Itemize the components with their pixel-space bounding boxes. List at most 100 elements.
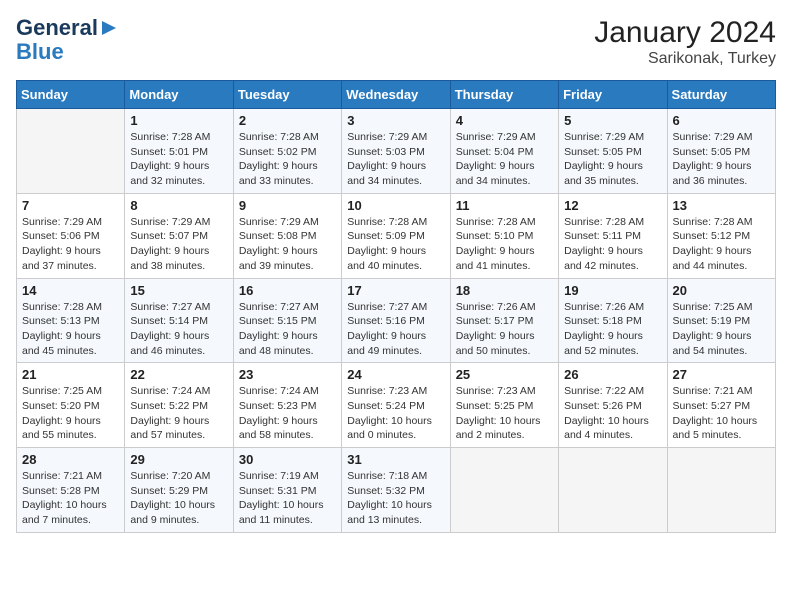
- day-number: 5: [564, 113, 661, 128]
- day-number: 25: [456, 367, 553, 382]
- calendar-table: SundayMondayTuesdayWednesdayThursdayFrid…: [16, 80, 776, 533]
- week-row: 21 Sunrise: 7:25 AM Sunset: 5:20 PM Dayli…: [17, 363, 776, 448]
- day-info: Sunrise: 7:27 AM Sunset: 5:14 PM Dayligh…: [130, 300, 227, 359]
- day-info: Sunrise: 7:18 AM Sunset: 5:32 PM Dayligh…: [347, 469, 444, 528]
- day-number: 14: [22, 283, 119, 298]
- day-info: Sunrise: 7:28 AM Sunset: 5:10 PM Dayligh…: [456, 215, 553, 274]
- day-header-tuesday: Tuesday: [233, 81, 341, 109]
- day-number: 20: [673, 283, 770, 298]
- day-number: 27: [673, 367, 770, 382]
- day-number: 3: [347, 113, 444, 128]
- day-header-wednesday: Wednesday: [342, 81, 450, 109]
- day-info: Sunrise: 7:24 AM Sunset: 5:23 PM Dayligh…: [239, 384, 336, 443]
- day-number: 6: [673, 113, 770, 128]
- day-number: 10: [347, 198, 444, 213]
- calendar-cell: 2 Sunrise: 7:28 AM Sunset: 5:02 PM Daylig…: [233, 109, 341, 194]
- days-of-week-row: SundayMondayTuesdayWednesdayThursdayFrid…: [17, 81, 776, 109]
- day-info: Sunrise: 7:29 AM Sunset: 5:05 PM Dayligh…: [673, 130, 770, 189]
- calendar-cell: 12 Sunrise: 7:28 AM Sunset: 5:11 PM Dayli…: [559, 193, 667, 278]
- calendar-cell: 29 Sunrise: 7:20 AM Sunset: 5:29 PM Dayli…: [125, 448, 233, 533]
- calendar-cell: 28 Sunrise: 7:21 AM Sunset: 5:28 PM Dayli…: [17, 448, 125, 533]
- day-number: 12: [564, 198, 661, 213]
- day-number: 26: [564, 367, 661, 382]
- calendar-cell: 11 Sunrise: 7:28 AM Sunset: 5:10 PM Dayli…: [450, 193, 558, 278]
- day-info: Sunrise: 7:25 AM Sunset: 5:20 PM Dayligh…: [22, 384, 119, 443]
- day-number: 11: [456, 198, 553, 213]
- day-info: Sunrise: 7:29 AM Sunset: 5:03 PM Dayligh…: [347, 130, 444, 189]
- calendar-cell: 13 Sunrise: 7:28 AM Sunset: 5:12 PM Dayli…: [667, 193, 775, 278]
- calendar-cell: 23 Sunrise: 7:24 AM Sunset: 5:23 PM Dayli…: [233, 363, 341, 448]
- calendar-cell: [17, 109, 125, 194]
- calendar-body: 1 Sunrise: 7:28 AM Sunset: 5:01 PM Daylig…: [17, 109, 776, 533]
- day-number: 18: [456, 283, 553, 298]
- logo-text-blue: Blue: [16, 39, 64, 64]
- calendar-cell: 5 Sunrise: 7:29 AM Sunset: 5:05 PM Daylig…: [559, 109, 667, 194]
- day-info: Sunrise: 7:29 AM Sunset: 5:06 PM Dayligh…: [22, 215, 119, 274]
- calendar-cell: 21 Sunrise: 7:25 AM Sunset: 5:20 PM Dayli…: [17, 363, 125, 448]
- logo-triangle-icon: [100, 19, 118, 37]
- logo: General Blue: [16, 16, 118, 64]
- calendar-cell: 22 Sunrise: 7:24 AM Sunset: 5:22 PM Dayli…: [125, 363, 233, 448]
- day-info: Sunrise: 7:29 AM Sunset: 5:08 PM Dayligh…: [239, 215, 336, 274]
- week-row: 14 Sunrise: 7:28 AM Sunset: 5:13 PM Dayli…: [17, 278, 776, 363]
- day-info: Sunrise: 7:21 AM Sunset: 5:28 PM Dayligh…: [22, 469, 119, 528]
- day-number: 16: [239, 283, 336, 298]
- day-info: Sunrise: 7:24 AM Sunset: 5:22 PM Dayligh…: [130, 384, 227, 443]
- calendar-cell: 4Sunrise: 7:29 AM Sunset: 5:04 PM Daylig…: [450, 109, 558, 194]
- calendar-month-year: January 2024: [594, 16, 776, 50]
- calendar-cell: 1 Sunrise: 7:28 AM Sunset: 5:01 PM Daylig…: [125, 109, 233, 194]
- calendar-cell: 14 Sunrise: 7:28 AM Sunset: 5:13 PM Dayli…: [17, 278, 125, 363]
- day-number: 24: [347, 367, 444, 382]
- calendar-cell: 20Sunrise: 7:25 AM Sunset: 5:19 PM Dayli…: [667, 278, 775, 363]
- day-info: Sunrise: 7:19 AM Sunset: 5:31 PM Dayligh…: [239, 469, 336, 528]
- week-row: 28 Sunrise: 7:21 AM Sunset: 5:28 PM Dayli…: [17, 448, 776, 533]
- day-info: Sunrise: 7:28 AM Sunset: 5:11 PM Dayligh…: [564, 215, 661, 274]
- day-info: Sunrise: 7:29 AM Sunset: 5:05 PM Dayligh…: [564, 130, 661, 189]
- calendar-cell: 6 Sunrise: 7:29 AM Sunset: 5:05 PM Daylig…: [667, 109, 775, 194]
- day-number: 22: [130, 367, 227, 382]
- day-number: 23: [239, 367, 336, 382]
- logo-text-general: General: [16, 16, 98, 40]
- day-number: 7: [22, 198, 119, 213]
- calendar-cell: [667, 448, 775, 533]
- calendar-location: Sarikonak, Turkey: [594, 50, 776, 68]
- day-info: Sunrise: 7:23 AM Sunset: 5:24 PM Dayligh…: [347, 384, 444, 443]
- day-number: 29: [130, 452, 227, 467]
- calendar-cell: 26 Sunrise: 7:22 AM Sunset: 5:26 PM Dayli…: [559, 363, 667, 448]
- day-number: 21: [22, 367, 119, 382]
- day-header-monday: Monday: [125, 81, 233, 109]
- day-info: Sunrise: 7:28 AM Sunset: 5:12 PM Dayligh…: [673, 215, 770, 274]
- day-info: Sunrise: 7:26 AM Sunset: 5:17 PM Dayligh…: [456, 300, 553, 359]
- day-number: 2: [239, 113, 336, 128]
- day-info: Sunrise: 7:22 AM Sunset: 5:26 PM Dayligh…: [564, 384, 661, 443]
- day-info: Sunrise: 7:28 AM Sunset: 5:01 PM Dayligh…: [130, 130, 227, 189]
- calendar-cell: [559, 448, 667, 533]
- calendar-cell: 19 Sunrise: 7:26 AM Sunset: 5:18 PM Dayli…: [559, 278, 667, 363]
- day-info: Sunrise: 7:20 AM Sunset: 5:29 PM Dayligh…: [130, 469, 227, 528]
- calendar-cell: [450, 448, 558, 533]
- day-number: 8: [130, 198, 227, 213]
- day-number: 13: [673, 198, 770, 213]
- day-number: 1: [130, 113, 227, 128]
- day-info: Sunrise: 7:27 AM Sunset: 5:16 PM Dayligh…: [347, 300, 444, 359]
- day-number: 30: [239, 452, 336, 467]
- calendar-cell: 16Sunrise: 7:27 AM Sunset: 5:15 PM Dayli…: [233, 278, 341, 363]
- calendar-cell: 3 Sunrise: 7:29 AM Sunset: 5:03 PM Daylig…: [342, 109, 450, 194]
- calendar-cell: 7 Sunrise: 7:29 AM Sunset: 5:06 PM Daylig…: [17, 193, 125, 278]
- day-info: Sunrise: 7:23 AM Sunset: 5:25 PM Dayligh…: [456, 384, 553, 443]
- day-info: Sunrise: 7:28 AM Sunset: 5:02 PM Dayligh…: [239, 130, 336, 189]
- calendar-cell: 9 Sunrise: 7:29 AM Sunset: 5:08 PM Daylig…: [233, 193, 341, 278]
- week-row: 7 Sunrise: 7:29 AM Sunset: 5:06 PM Daylig…: [17, 193, 776, 278]
- calendar-cell: 10Sunrise: 7:28 AM Sunset: 5:09 PM Dayli…: [342, 193, 450, 278]
- day-info: Sunrise: 7:26 AM Sunset: 5:18 PM Dayligh…: [564, 300, 661, 359]
- day-header-thursday: Thursday: [450, 81, 558, 109]
- calendar-header: SundayMondayTuesdayWednesdayThursdayFrid…: [17, 81, 776, 109]
- day-number: 9: [239, 198, 336, 213]
- day-number: 28: [22, 452, 119, 467]
- calendar-cell: 15Sunrise: 7:27 AM Sunset: 5:14 PM Dayli…: [125, 278, 233, 363]
- calendar-cell: 8Sunrise: 7:29 AM Sunset: 5:07 PM Daylig…: [125, 193, 233, 278]
- calendar-cell: 17Sunrise: 7:27 AM Sunset: 5:16 PM Dayli…: [342, 278, 450, 363]
- day-info: Sunrise: 7:28 AM Sunset: 5:13 PM Dayligh…: [22, 300, 119, 359]
- day-number: 19: [564, 283, 661, 298]
- day-info: Sunrise: 7:21 AM Sunset: 5:27 PM Dayligh…: [673, 384, 770, 443]
